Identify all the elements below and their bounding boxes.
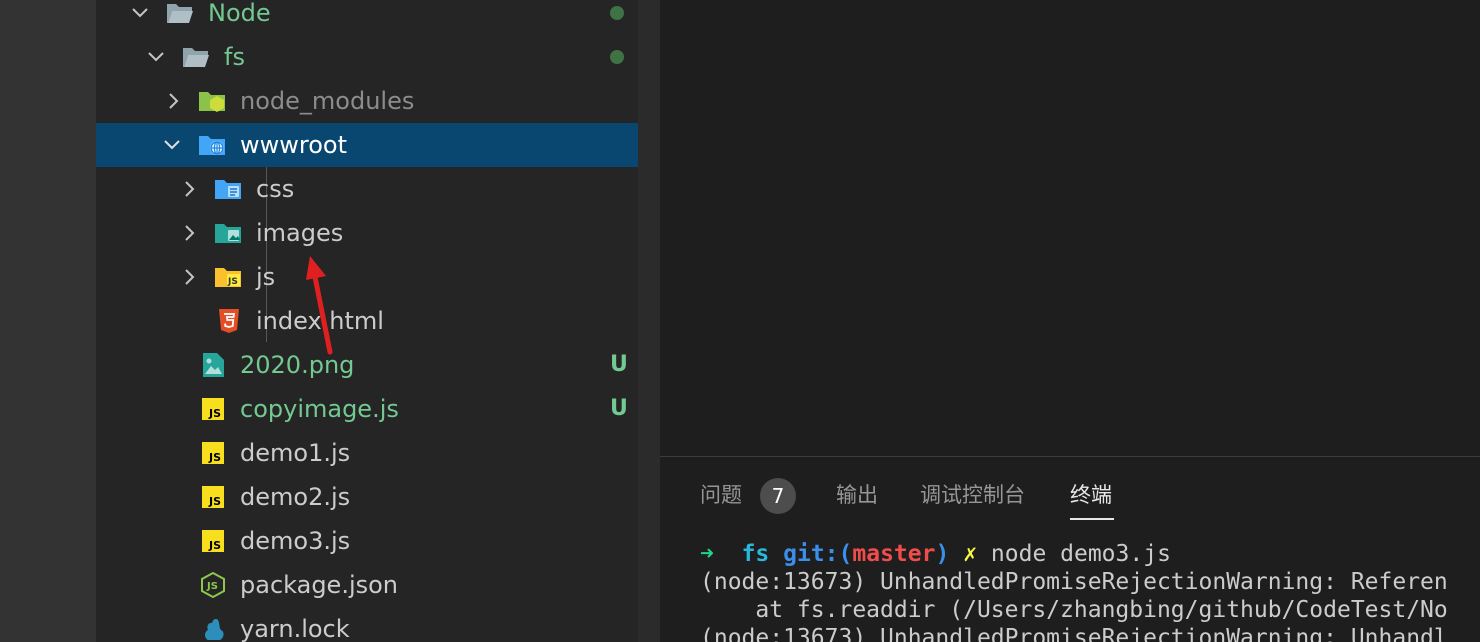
nodejs-icon: JS: [200, 572, 228, 598]
problems-count-badge: 7: [760, 478, 796, 514]
tree-item-images[interactable]: images: [96, 211, 660, 255]
js-file-icon: JS: [200, 528, 228, 554]
tree-item-label: demo1.js: [240, 439, 351, 467]
chevron-right-icon[interactable]: [182, 268, 198, 286]
modified-dot: [610, 6, 624, 20]
tree-item-demo3-js[interactable]: JS demo3.js: [96, 519, 660, 563]
tree-item-label: index.html: [256, 307, 384, 335]
dirty-mark: ✗: [963, 541, 978, 567]
tree-item-js[interactable]: JS js: [96, 255, 660, 299]
tab-output[interactable]: 输出: [836, 475, 878, 515]
modified-dot: [610, 50, 624, 64]
tree-item-css[interactable]: css: [96, 167, 660, 211]
tree-item-label: demo2.js: [240, 483, 351, 511]
tree-item-label: copyimage.js: [240, 395, 399, 423]
svg-text:JS: JS: [208, 539, 221, 552]
image-file-icon: [200, 352, 228, 378]
svg-text:JS: JS: [206, 581, 218, 592]
js-file-icon: JS: [200, 396, 228, 422]
tree-item-label: js: [256, 263, 276, 291]
web-folder-icon: [198, 132, 226, 158]
tree-item-fs[interactable]: fs: [96, 35, 660, 79]
svg-text:JS: JS: [208, 495, 221, 508]
tree-item-label: css: [256, 175, 295, 203]
tree-item-label: Node: [208, 0, 271, 27]
untracked-badge: U: [610, 352, 628, 377]
tree-item-node-modules[interactable]: node_modules: [96, 79, 660, 123]
yarn-icon: [200, 616, 228, 642]
js-file-icon: JS: [200, 484, 228, 510]
tree-item-demo1-js[interactable]: JS demo1.js: [96, 431, 660, 475]
tree-item-label: package.json: [240, 571, 399, 599]
images-folder-icon: [214, 220, 242, 246]
tree-item-label: demo3.js: [240, 527, 351, 555]
tab-debug-console[interactable]: 调试控制台: [920, 475, 1025, 515]
js-file-icon: JS: [200, 440, 228, 466]
tree-item-node[interactable]: Node: [96, 0, 660, 35]
terminal-output-line: (node:13673) UnhandledPromiseRejectionWa…: [700, 569, 1448, 595]
chevron-down-icon[interactable]: [132, 4, 148, 22]
terminal-command: node demo3.js: [990, 541, 1171, 567]
activity-bar: [0, 0, 96, 642]
prompt-branch: master: [852, 541, 936, 567]
bottom-panel: 问题 7 输出 调试控制台 终端 ➜ fs git:(master) ✗ nod…: [660, 456, 1480, 642]
node-folder-icon: [198, 88, 226, 114]
untracked-badge: U: [610, 396, 628, 421]
tree-item-wwwroot[interactable]: wwwroot: [96, 123, 660, 167]
tree-item-label: fs: [224, 43, 245, 71]
terminal-output-line: (node:13673) UnhandledPromiseRejectionWa…: [700, 625, 1448, 642]
prompt-arrow-icon: ➜: [700, 541, 714, 567]
svg-text:JS: JS: [208, 451, 221, 464]
prompt-dir: fs: [741, 541, 770, 567]
tree-item-label: images: [256, 219, 344, 247]
terminal-prompt-line[interactable]: ➜ fs git:(master) ✗ node demo3.js: [700, 541, 1171, 567]
editor-area: [660, 0, 1480, 456]
html5-icon: [216, 308, 244, 334]
tab-problems[interactable]: 问题: [700, 475, 742, 515]
svg-text:JS: JS: [208, 407, 221, 420]
tree-item-index-html[interactable]: index.html: [96, 299, 660, 343]
tree-item-label: node_modules: [240, 87, 415, 115]
prompt-git-close: ): [935, 541, 950, 567]
tree-item-2020-png[interactable]: 2020.png U: [96, 343, 660, 387]
js-folder-icon: JS: [214, 264, 242, 290]
chevron-right-icon[interactable]: [182, 180, 198, 198]
tree-item-label: wwwroot: [240, 131, 348, 159]
folder-open-icon: [182, 44, 210, 70]
prompt-git-label: git:(: [783, 541, 853, 567]
tree-item-copyimage-js[interactable]: JS copyimage.js U: [96, 387, 660, 431]
tree-item-yarn-lock[interactable]: yarn.lock: [96, 607, 660, 642]
tree-item-package-json[interactable]: JS package.json: [96, 563, 660, 607]
tree-item-label: 2020.png: [240, 351, 355, 379]
chevron-down-icon[interactable]: [148, 48, 164, 66]
active-tab-indicator: [1070, 518, 1114, 520]
tab-terminal[interactable]: 终端: [1070, 475, 1112, 515]
chevron-right-icon[interactable]: [166, 92, 182, 110]
terminal-output-line: at fs.readdir (/Users/zhangbing/github/C…: [700, 597, 1448, 623]
tree-item-demo2-js[interactable]: JS demo2.js: [96, 475, 660, 519]
file-explorer: Node fs node_modules wwwroot css images …: [96, 0, 660, 642]
folder-open-icon: [166, 0, 194, 26]
svg-text:JS: JS: [227, 277, 238, 287]
chevron-down-icon[interactable]: [164, 136, 180, 154]
explorer-scrollbar[interactable]: [638, 0, 660, 642]
tree-item-label: yarn.lock: [240, 615, 350, 642]
chevron-right-icon[interactable]: [182, 224, 198, 242]
css-folder-icon: [214, 176, 242, 202]
